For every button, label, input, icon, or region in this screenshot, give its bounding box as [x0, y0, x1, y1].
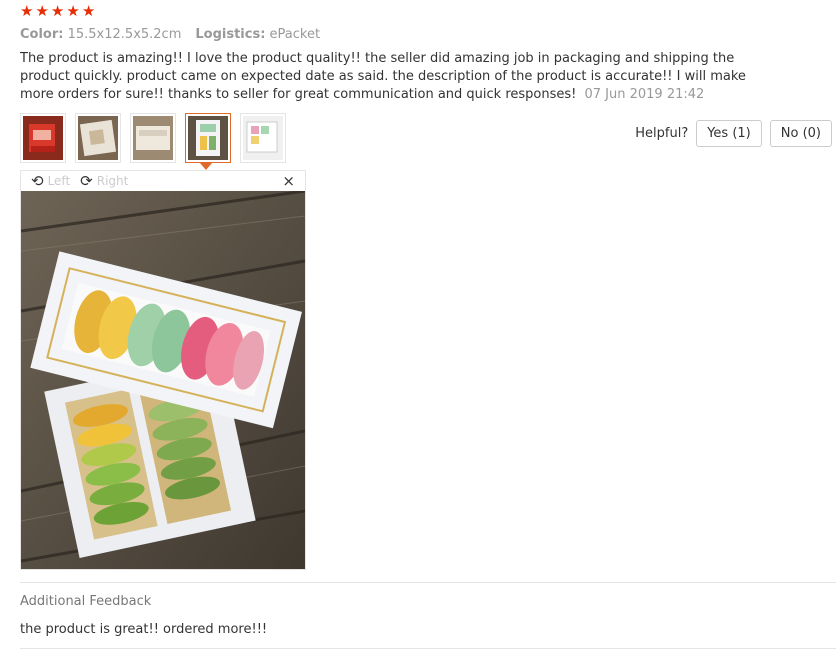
color-value: 15.5x12.5x5.2cm: [67, 27, 182, 42]
review-body: The product is amazing!! I love the prod…: [20, 50, 750, 104]
viewer-toolbar: ⟲ Left ⟳ Right ×: [21, 171, 305, 191]
rotate-left-label: Left: [47, 174, 71, 188]
helpful-no-button[interactable]: No (0): [769, 120, 832, 147]
star-icon: ★: [35, 2, 49, 20]
additional-feedback-text: the product is great!! ordered more!!!: [20, 622, 268, 637]
thumbnail-1[interactable]: [20, 113, 66, 163]
thumbnail-2[interactable]: [75, 113, 121, 163]
logistics-info: Logistics: ePacket: [195, 27, 320, 42]
thumbnail-image: [188, 116, 228, 160]
thumbnail-image: [23, 116, 63, 160]
thumbnail-image: [243, 116, 283, 160]
star-icon: ★: [50, 2, 65, 20]
rotate-left-button[interactable]: ⟲ Left: [31, 172, 70, 190]
logistics-label: Logistics:: [195, 27, 266, 42]
color-label: Color:: [20, 27, 64, 42]
rotate-right-button[interactable]: ⟳ Right: [80, 172, 128, 190]
order-info: Color: 15.5x12.5x5.2cm Logistics: ePacke…: [20, 27, 320, 42]
additional-feedback-title: Additional Feedback: [20, 594, 152, 609]
color-info: Color: 15.5x12.5x5.2cm: [20, 27, 181, 42]
helpful-section: Helpful? Yes (1) No (0): [635, 120, 832, 147]
section-divider: [20, 648, 836, 649]
rotate-right-label: Right: [96, 174, 129, 188]
photo-thumbnails: [20, 113, 286, 163]
thumbnail-3[interactable]: [130, 113, 176, 163]
star-icon: ★: [66, 2, 80, 20]
thumbnail-image: [78, 116, 118, 160]
logistics-value: ePacket: [269, 27, 321, 42]
selected-thumbnail-pointer: [200, 163, 212, 170]
star-icon: ★: [81, 2, 96, 20]
close-icon[interactable]: ×: [282, 172, 295, 190]
review-date: 07 Jun 2019 21:42: [584, 87, 705, 102]
thumbnail-4-selected[interactable]: [185, 113, 231, 163]
star-icon: ★: [20, 2, 34, 20]
section-divider: [20, 582, 836, 583]
helpful-yes-button[interactable]: Yes (1): [696, 120, 762, 147]
star-rating: ★ ★ ★ ★ ★: [20, 3, 95, 19]
thumbnail-image: [133, 116, 173, 160]
image-viewer: ⟲ Left ⟳ Right ×: [20, 170, 306, 570]
thumbnail-5[interactable]: [240, 113, 286, 163]
review-photo: [21, 191, 305, 569]
helpful-label: Helpful?: [635, 126, 689, 141]
rotate-left-icon: ⟲: [31, 172, 44, 190]
rotate-right-icon: ⟳: [80, 172, 93, 190]
